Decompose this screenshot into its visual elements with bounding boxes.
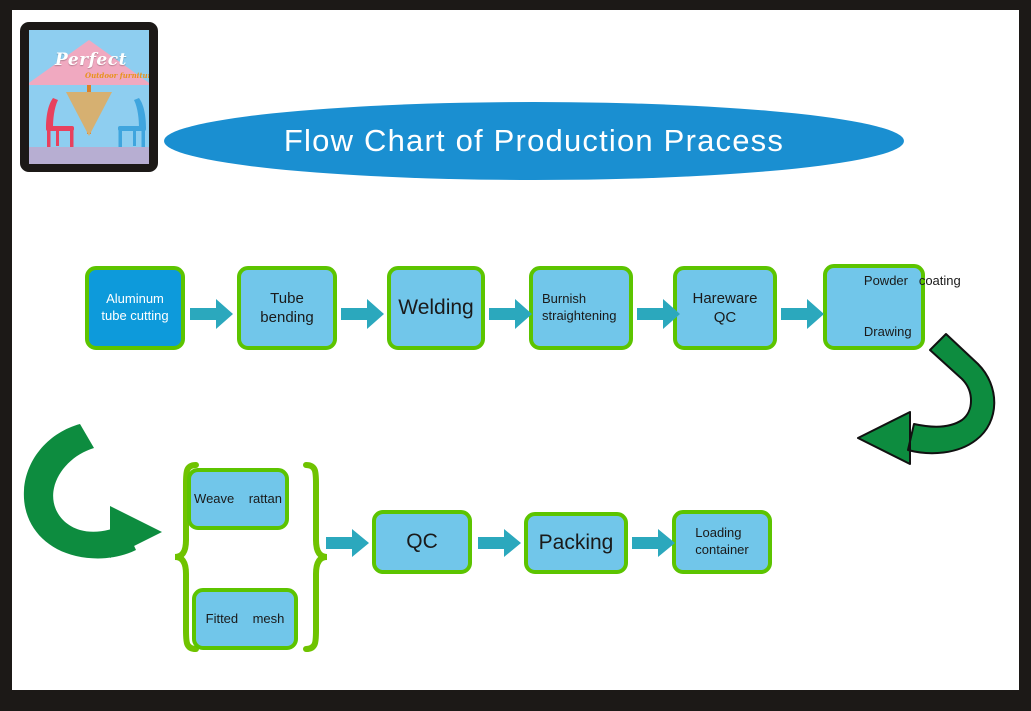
process-box-tube-bending[interactable]: Tube bending [237, 266, 337, 350]
box-line: Hareware QC [692, 289, 758, 327]
arrow-qc-to-packing [478, 529, 521, 557]
process-box-weave-rattan[interactable]: Weave rattan [187, 468, 289, 530]
box-line: container [695, 542, 749, 557]
wicker-table-icon [66, 92, 112, 136]
logo-floor [29, 147, 149, 164]
process-box-hareware-qc[interactable]: Hareware QC [673, 266, 777, 350]
process-box-burnish-straightening[interactable]: Burnish straightening [529, 266, 633, 350]
box-line: Burnish [542, 291, 587, 307]
arrow-qc-to-powder-coating [781, 299, 824, 329]
flowchart-canvas: Perfect Outdoor furniture Flow Chart of … [12, 10, 1019, 690]
box-line: QC [406, 530, 438, 554]
arrow-burnish-to-qc [637, 299, 680, 329]
box-line: Weave rattan [194, 490, 282, 506]
box-line: Powder coating [863, 273, 961, 289]
green-uturn-arrow-right [857, 333, 996, 465]
arrow-packing-to-loading [632, 529, 675, 557]
box-line: Welding [398, 296, 474, 320]
box-line: Aluminum [106, 291, 164, 307]
arrow-aluminum-to-bending [190, 299, 233, 329]
box-line: Loading [695, 525, 742, 541]
box-line: Packing [538, 531, 614, 555]
process-box-loading-container[interactable]: Loading container [672, 510, 772, 574]
process-box-packing[interactable]: Packing [524, 512, 628, 574]
box-line: straightening [542, 308, 617, 323]
arrow-welding-to-burnish [489, 299, 532, 329]
image-frame: Perfect Outdoor furniture Flow Chart of … [0, 0, 1031, 711]
arrow-group-to-qc [326, 529, 369, 557]
page-title: Flow Chart of Production Pracess [283, 123, 785, 158]
logo-tagline-text: Outdoor furniture [85, 71, 149, 80]
green-uturn-arrow-left [23, 424, 162, 559]
title-banner: Flow Chart of Production Pracess [164, 102, 904, 180]
logo-brand-text: Perfect [55, 50, 127, 70]
box-line: Fitted mesh [205, 610, 285, 626]
blue-chair-icon [118, 98, 146, 147]
company-logo: Perfect Outdoor furniture [20, 22, 158, 172]
process-box-qc[interactable]: QC [372, 510, 472, 574]
process-box-aluminum-tube-cutting[interactable]: Aluminum tube cutting [85, 266, 185, 350]
arrow-bending-to-welding [341, 299, 384, 329]
process-box-fitted-mesh[interactable]: Fitted mesh [192, 588, 298, 650]
box-line: Tube bending [260, 289, 314, 327]
process-box-welding[interactable]: Welding [387, 266, 485, 350]
logo-artwork: Perfect Outdoor furniture [29, 30, 149, 164]
box-line: tube cutting [101, 308, 169, 323]
